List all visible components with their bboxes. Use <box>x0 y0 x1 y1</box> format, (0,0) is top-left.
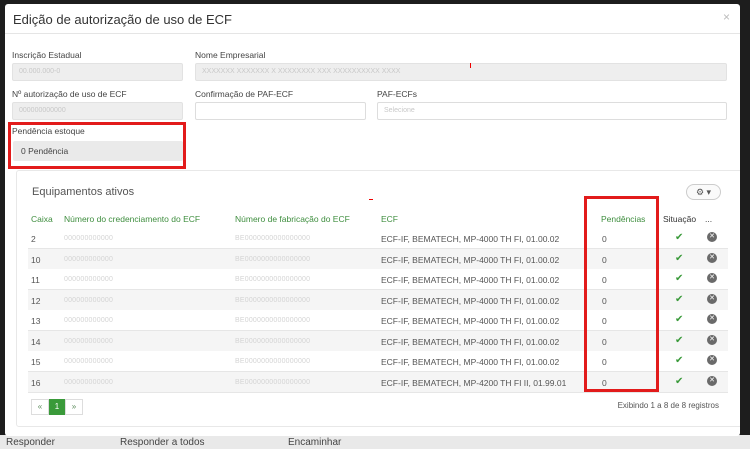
status-check-icon: ✔ <box>675 355 684 366</box>
remove-circle-icon[interactable]: ✕ <box>707 334 717 345</box>
remove-circle-icon[interactable]: ✕ <box>707 252 717 263</box>
paf-ecfs-label: PAF-ECFs <box>377 89 417 99</box>
status-check-icon: ✔ <box>675 375 684 387</box>
cell-credenciamento: 000000000000 <box>64 337 114 345</box>
underlying-toolbar: Responder Responder a todos Encaminhar <box>0 435 750 449</box>
pendencias-column-highlight <box>584 196 659 392</box>
equipamentos-title: Equipamentos ativos <box>32 186 135 198</box>
records-summary: Exibindo 1 a 8 de 8 registros <box>617 401 719 410</box>
cell-ecf: ECF-IF, BEMATECH, MP-4000 TH FI, 01.00.0… <box>381 357 560 367</box>
reply-link[interactable]: Responder <box>6 437 55 448</box>
cell-fabricacao: BE0000000000000000 <box>235 358 311 365</box>
cell-credenciamento: 000000000000 <box>64 317 114 324</box>
remove-circle-icon[interactable]: ✕ <box>707 232 717 242</box>
paf-ecfs-select[interactable]: Selecione <box>377 102 727 120</box>
cell-ecf: ECF-IF, BEMATECH, MP-4000 TH FI, 01.00.0… <box>381 295 560 306</box>
cell-caixa: 12 <box>31 295 41 306</box>
cell-fabricacao: BE0000000000000000 <box>235 235 311 242</box>
cell-caixa: 11 <box>31 275 40 285</box>
cell-ecf: ECF-IF, BEMATECH, MP-4200 TH FI II, 01.9… <box>381 377 567 388</box>
col-header-acoes: ... <box>705 214 713 224</box>
cell-caixa: 16 <box>31 377 41 388</box>
cell-ecf: ECF-IF, BEMATECH, MP-4000 TH FI, 01.00.0… <box>381 336 560 347</box>
pager-next-button[interactable]: » <box>65 399 83 415</box>
settings-dropdown-button[interactable]: ⚙ ▾ <box>686 184 721 200</box>
cell-ecf: ECF-IF, BEMATECH, MP-4000 TH FI, 01.00.0… <box>381 316 560 326</box>
num-autorizacao-label: Nº autorização de uso de ECF <box>12 89 127 99</box>
remove-circle-icon[interactable]: ✕ <box>707 273 717 283</box>
cell-fabricacao: BE0000000000000000 <box>235 296 311 304</box>
cell-fabricacao: BE0000000000000000 <box>235 317 311 324</box>
nome-empresarial-field: XXXXXXX XXXXXXX X XXXXXXXX XXX XXXXXXXXX… <box>195 63 727 81</box>
num-autorizacao-field: 000000000000 <box>12 102 183 120</box>
pager-page-button[interactable]: 1 <box>49 399 65 415</box>
red-marker <box>470 63 471 68</box>
cell-caixa: 10 <box>31 254 41 265</box>
cell-ecf: ECF-IF, BEMATECH, MP-4000 TH FI, 01.00.0… <box>381 234 560 244</box>
col-header-caixa[interactable]: Caixa <box>31 214 53 224</box>
col-header-credenciamento[interactable]: Número do credenciamento do ECF <box>64 214 200 224</box>
status-check-icon: ✔ <box>675 232 684 243</box>
cell-credenciamento: 000000000000 <box>64 255 114 263</box>
nome-empresarial-label: Nome Empresarial <box>195 50 266 60</box>
cell-caixa: 15 <box>31 357 41 367</box>
cell-credenciamento: 000000000000 <box>64 296 114 304</box>
forward-link[interactable]: Encaminhar <box>288 437 341 448</box>
remove-circle-icon[interactable]: ✕ <box>707 375 717 386</box>
cell-ecf: ECF-IF, BEMATECH, MP-4000 TH FI, 01.00.0… <box>381 254 560 265</box>
col-header-fabricacao[interactable]: Número de fabricação do ECF <box>235 214 350 224</box>
inscricao-label: Inscrição Estadual <box>12 50 82 60</box>
status-check-icon: ✔ <box>675 314 684 325</box>
edit-authorization-modal: Edição de autorização de uso de ECF × In… <box>5 4 740 436</box>
cell-credenciamento: 000000000000 <box>64 235 114 242</box>
remove-circle-icon[interactable]: ✕ <box>707 314 717 324</box>
status-check-icon: ✔ <box>675 334 684 346</box>
confirmacao-paf-input[interactable] <box>195 102 366 120</box>
modal-header: Edição de autorização de uso de ECF × <box>5 4 740 34</box>
inscricao-field: 00.000.000-0 <box>12 63 183 81</box>
pendencia-estoque-highlight <box>8 122 186 169</box>
pagination: « 1 » <box>31 399 83 417</box>
remove-circle-icon[interactable]: ✕ <box>707 293 717 304</box>
cell-credenciamento: 000000000000 <box>64 276 114 283</box>
cell-fabricacao: BE0000000000000000 <box>235 276 311 283</box>
cell-caixa: 2 <box>31 234 36 244</box>
equipamentos-panel: Equipamentos ativos ⚙ ▾ Caixa Número do … <box>16 170 740 427</box>
status-check-icon: ✔ <box>675 273 684 284</box>
pager-prev-button[interactable]: « <box>31 399 49 415</box>
cell-caixa: 13 <box>31 316 41 326</box>
confirmacao-paf-label: Confirmação de PAF-ECF <box>195 89 294 99</box>
red-marker <box>369 199 373 200</box>
cell-ecf: ECF-IF, BEMATECH, MP-4000 TH FI, 01.00.0… <box>381 275 560 285</box>
modal-title: Edição de autorização de uso de ECF <box>13 12 232 27</box>
cell-fabricacao: BE0000000000000000 <box>235 337 311 345</box>
cell-credenciamento: 000000000000 <box>64 378 114 386</box>
cell-fabricacao: BE0000000000000000 <box>235 378 311 386</box>
close-icon[interactable]: × <box>723 10 730 24</box>
cell-fabricacao: BE0000000000000000 <box>235 255 311 263</box>
cell-caixa: 14 <box>31 336 41 347</box>
status-check-icon: ✔ <box>675 293 684 305</box>
remove-circle-icon[interactable]: ✕ <box>707 355 717 365</box>
reply-all-link[interactable]: Responder a todos <box>120 437 205 448</box>
cell-credenciamento: 000000000000 <box>64 358 114 365</box>
status-check-icon: ✔ <box>675 252 684 264</box>
col-header-situacao: Situação <box>663 214 697 224</box>
col-header-ecf[interactable]: ECF <box>381 214 398 224</box>
